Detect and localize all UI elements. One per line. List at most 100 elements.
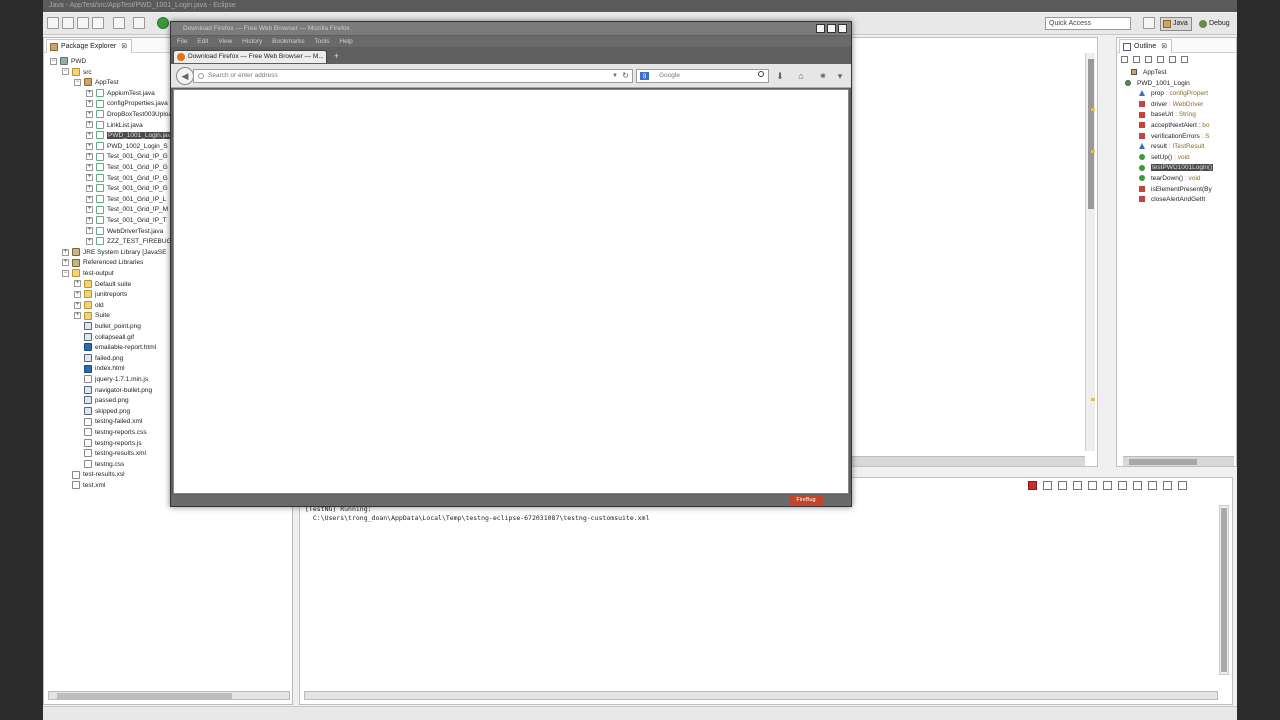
search-icon[interactable] (758, 71, 764, 77)
expand-icon[interactable]: + (86, 131, 93, 139)
tree-item[interactable]: bullet_point.png (74, 322, 141, 332)
tree-item[interactable]: jquery-1.7.1.min.js (74, 375, 148, 385)
tree-item[interactable]: + Test_001_Grid_IP_L (86, 195, 166, 205)
outline-item[interactable]: baseUrl : String (1139, 110, 1196, 120)
editor-vscrollbar[interactable] (1085, 53, 1095, 451)
close-icon[interactable]: ⊠ (1161, 43, 1167, 50)
tree-item[interactable]: + Test_001_Grid_IP_G (86, 184, 168, 194)
perspective-debug[interactable]: Debug (1196, 17, 1234, 31)
expand-icon[interactable]: + (62, 248, 69, 256)
expand-icon[interactable]: + (86, 121, 93, 129)
console-hscrollbar[interactable] (304, 691, 1218, 700)
hide-static-icon[interactable] (1157, 56, 1164, 63)
expand-icon[interactable]: + (86, 216, 93, 224)
firebug-icon[interactable]: ✷ (818, 71, 828, 81)
tree-item[interactable]: index.html (74, 364, 125, 374)
open-console-icon[interactable] (1147, 481, 1157, 490)
scroll-lock-icon[interactable] (1087, 481, 1097, 490)
outline-hscrollbar[interactable] (1123, 456, 1234, 466)
collapse-icon[interactable]: − (62, 269, 69, 277)
tree-item[interactable]: testng-results.xml (74, 449, 146, 459)
tree-item[interactable]: test.xml (62, 481, 105, 491)
tree-item[interactable]: skipped.png (74, 407, 130, 417)
expand-icon[interactable]: + (62, 259, 69, 267)
tab-package-explorer[interactable]: Package Explorer ⊠ (46, 39, 133, 53)
menu-edit[interactable]: Edit (197, 38, 208, 45)
tree-item[interactable]: + configProperties.java (86, 99, 168, 109)
menu-tools[interactable]: Tools (314, 38, 329, 45)
tree-item[interactable]: + WebDriverTest.java (86, 226, 163, 237)
outline-item[interactable]: AppTest (1131, 68, 1167, 78)
tree-item[interactable]: + Referenced Libraries (62, 258, 143, 268)
pin-console-icon[interactable] (1117, 481, 1127, 490)
minimize-button[interactable] (816, 24, 825, 33)
google-icon[interactable]: g (640, 72, 649, 80)
clear-console-icon[interactable] (1072, 481, 1082, 490)
terminate-icon[interactable] (1028, 481, 1037, 490)
tree-item[interactable]: + Test_001_Grid_IP_G (86, 173, 168, 184)
tree-item[interactable]: passed.png (74, 396, 129, 406)
menu-view[interactable]: View (218, 38, 232, 45)
scrollbar-thumb[interactable] (1221, 508, 1227, 672)
expand-icon[interactable]: + (86, 163, 93, 171)
outline-item[interactable]: isElementPresent(By (1139, 185, 1212, 195)
hide-local-types-icon[interactable] (1181, 56, 1188, 63)
tree-item[interactable]: − test-output (62, 269, 114, 279)
tree-item[interactable]: + PWD_1002_Login_S (86, 142, 168, 152)
tree-item[interactable]: + junitreports (74, 290, 127, 300)
tree-item[interactable]: + AppiumTest.java (86, 89, 155, 99)
tree-item[interactable]: + Test_001_Grid_IP_T (86, 216, 167, 226)
perspective-java[interactable]: Java (1160, 17, 1192, 31)
word-wrap-icon[interactable] (1102, 481, 1112, 490)
tree-item[interactable]: − src (62, 67, 92, 78)
tree-item[interactable]: failed.png (74, 354, 123, 364)
tree-item[interactable]: − PWD (50, 57, 86, 67)
scrollbar-thumb[interactable] (1129, 459, 1197, 465)
expand-icon[interactable]: + (74, 312, 81, 320)
outline-item[interactable]: PWD_1001_Login (1125, 79, 1190, 89)
remove-launch-icon[interactable] (1042, 481, 1052, 490)
expand-icon[interactable]: + (86, 206, 93, 214)
expand-icon[interactable]: + (86, 195, 93, 203)
outline-item[interactable]: prop : configPropert (1139, 89, 1208, 99)
menu-file[interactable]: File (177, 38, 187, 45)
menu-help[interactable]: Help (339, 38, 352, 45)
browser-tab[interactable]: Download Firefox — Free Web Browser — M.… (173, 50, 327, 63)
outline-item[interactable]: tearDown() : void (1139, 174, 1201, 184)
outline-item[interactable]: result : ITestResult (1139, 142, 1204, 152)
overview-marker[interactable] (1091, 398, 1095, 401)
back-button[interactable]: ◀ (176, 67, 194, 85)
tree-item[interactable]: testng-reports.css (74, 428, 147, 438)
tab-outline[interactable]: Outline ⊠ (1119, 39, 1173, 53)
firefox-window[interactable]: Download Firefox — Free Web Browser — Mo… (170, 21, 852, 507)
print-icon[interactable] (92, 17, 104, 29)
tree-item[interactable]: + Test_001_Grid_IP_M (86, 205, 168, 215)
tree-item[interactable]: collapseall.gif (74, 332, 134, 343)
collapse-icon[interactable]: − (74, 78, 81, 86)
overview-marker[interactable] (1091, 108, 1095, 111)
expand-icon[interactable]: + (86, 89, 93, 97)
overview-marker[interactable] (1091, 150, 1095, 153)
remove-all-icon[interactable] (1057, 481, 1067, 490)
home-icon[interactable]: ⌂ (796, 71, 806, 81)
firefox-titlebar[interactable]: Download Firefox — Free Web Browser — Mo… (171, 22, 851, 35)
chevron-down-icon[interactable]: ▼ (612, 70, 618, 82)
save-all-icon[interactable] (77, 17, 89, 29)
debug-icon[interactable] (133, 17, 145, 29)
tree-item[interactable]: emailable-report.html (74, 343, 156, 353)
menu-icon[interactable]: ▾ (835, 71, 845, 81)
outline-item[interactable]: testPWD1001Login() (1139, 163, 1214, 173)
tree-item[interactable]: + Suite (74, 311, 110, 321)
open-perspective-icon[interactable] (1143, 17, 1155, 29)
collapse-icon[interactable]: − (50, 57, 57, 65)
scrollbar-thumb[interactable] (57, 693, 232, 699)
browser-content[interactable] (173, 89, 849, 494)
menu-history[interactable]: History (242, 38, 262, 45)
run-icon[interactable] (157, 17, 169, 29)
new-icon[interactable] (47, 17, 59, 29)
display-console-icon[interactable] (1132, 481, 1142, 490)
hide-non-public-icon[interactable] (1169, 56, 1176, 63)
outline-item[interactable]: verificationErrors : S (1139, 132, 1210, 142)
reload-icon[interactable]: ↻ (622, 70, 629, 82)
tree-item[interactable]: navigator-bullet.png (74, 385, 152, 396)
